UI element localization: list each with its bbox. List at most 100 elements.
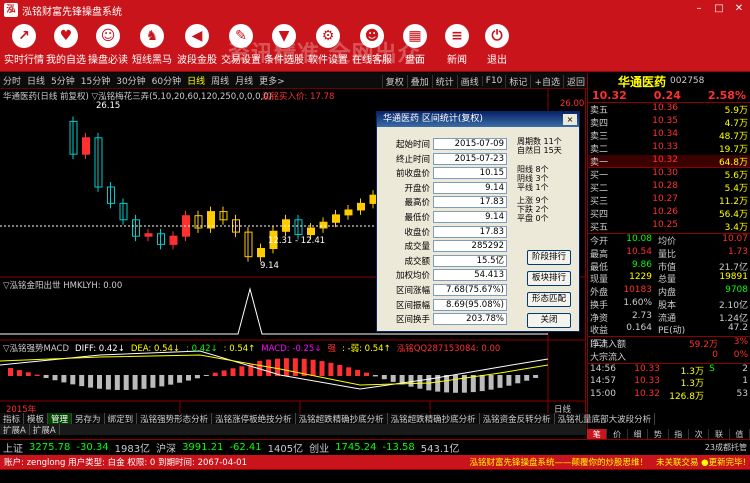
toolbar-button-6[interactable]: ▼ 条件选股 [262, 22, 306, 70]
indicator-tab[interactable]: 模板 [24, 412, 49, 425]
macd-bar [337, 364, 343, 376]
period-tab[interactable]: 30分钟 [113, 74, 148, 87]
quote-stat-row: 现量 1229 总量 19891 [588, 272, 750, 285]
toolbar-button-2[interactable]: ☺ 操盘必读 [86, 22, 130, 70]
orderbook-row: 买二 10.28 5.4万 [588, 181, 750, 194]
macd-bar [506, 375, 512, 386]
stage-rank-button[interactable]: 阶段排行 [527, 250, 571, 265]
quote-tab[interactable]: 笔 [587, 429, 608, 439]
macd-bar [497, 375, 503, 388]
stat-value: 1.60% [623, 297, 652, 308]
chart-tool-button[interactable]: 返回 [562, 74, 588, 88]
extension-tab[interactable]: 扩展A [30, 424, 60, 436]
macd-value: DIFF: 0.42↓ [75, 344, 125, 354]
orderbook-row: 买五 10.25 3.4万 [588, 220, 750, 233]
stat-field: 加权均价 54.413 [377, 268, 507, 282]
indicator-tab[interactable]: 泓铭涨停板绝技分析 [212, 412, 296, 425]
indicator-tab[interactable]: 指标 [0, 412, 25, 425]
indicator-tab[interactable]: 绑定到 [105, 412, 138, 425]
orderbook-label: 买二 [590, 184, 609, 195]
quote-tab[interactable]: 价 [607, 429, 628, 439]
macd-value: : -弱: 0.54↑ [341, 344, 391, 354]
stat-value: 9.14 [433, 181, 507, 194]
toolbar-button-0[interactable]: ↗ 实时行情 [2, 22, 46, 70]
dialog-close-button[interactable]: 关闭 [527, 313, 571, 328]
building-icon: ▦ [403, 24, 427, 48]
period-tab[interactable]: 5分钟 [48, 74, 78, 87]
trade-status: 未关联交易 ●更新完毕! [655, 458, 746, 468]
index-name[interactable]: 上证 [0, 440, 26, 455]
period-tab[interactable]: 更多> [256, 74, 288, 87]
toolbar-button-4[interactable]: ◀ 波段金股 [175, 22, 219, 70]
indicator-tab[interactable]: 管理 [48, 412, 73, 425]
stat-value: 2.10亿 [718, 300, 748, 311]
chart-tool-button[interactable]: F10 [481, 76, 506, 86]
stat-value[interactable]: 2015-07-23 [433, 152, 507, 165]
toolbar-button-11[interactable]: ⏻ 退出 [475, 22, 519, 70]
period-tab[interactable]: 60分钟 [149, 74, 184, 87]
quote-stat-row: 收益(二) 0.164 PE(动) 47.2 [588, 323, 750, 349]
pattern-match-button[interactable]: 形态匹配 [527, 292, 571, 307]
orderbook-volume: 3.4万 [724, 223, 748, 234]
chart-tool-button[interactable]: 复权 [381, 74, 407, 88]
quote-tab[interactable]: 指 [669, 429, 689, 439]
indicator-tab[interactable]: 泓铭礼量底部大波段分析 [555, 412, 656, 425]
period-tab[interactable]: 日线 [24, 74, 48, 87]
toolbar-button-8[interactable]: ☻ 在线客服 [350, 22, 394, 70]
extension-tab[interactable]: 扩展A [0, 424, 30, 436]
chart-tool-button[interactable]: 叠加 [406, 74, 432, 88]
stat-value: 9708 [725, 285, 748, 296]
stat-value[interactable]: 2015-07-09 [433, 138, 507, 150]
toolbar-button-1[interactable]: ♥ 我的自选 [44, 22, 88, 70]
quote-tab[interactable]: 势 [648, 429, 669, 439]
tick-volume: 1.3万 [680, 379, 704, 390]
index-name[interactable]: 创业 [306, 440, 332, 455]
indicator-tab[interactable]: 泓铭超跌精确抄底分析 [388, 412, 480, 425]
stat-name: 股本 [658, 300, 677, 311]
dialog-close-icon[interactable]: × [563, 114, 577, 125]
sector-rank-button[interactable]: 板块排行 [527, 271, 571, 286]
range-stats-dialog[interactable]: 华通医药 区间统计(复权) × 起始时间 2015-07-09 终止时间 2015-07… [376, 111, 580, 332]
macd-bar [408, 375, 414, 387]
quote-tab[interactable]: 次 [689, 429, 710, 439]
line-chart-icon: ↗ [12, 24, 36, 48]
quote-tab[interactable]: 值 [730, 429, 750, 439]
maximize-icon[interactable]: □ [712, 2, 726, 16]
chart-tool-button[interactable]: +自选 [530, 74, 563, 88]
toolbar-button-label: 软件设置 [308, 55, 348, 66]
toolbar-button-9[interactable]: ▦ 盘面 [393, 22, 437, 70]
period-tab[interactable]: 日线 [184, 74, 208, 87]
indicator-tab[interactable]: 泓铭超跌精确抄底分析 [296, 412, 388, 425]
period-tab[interactable]: 分时 [0, 74, 24, 87]
stat-value: 285292 [433, 240, 507, 253]
chart-tool-button[interactable]: 统计 [431, 74, 457, 88]
toolbar-button-7[interactable]: ⚙ 软件设置 [306, 22, 350, 70]
indicator-tab[interactable]: 另存为 [72, 412, 105, 425]
toolbar-button-3[interactable]: ♞ 短线黑马 [130, 22, 174, 70]
index-name[interactable]: 沪深 [153, 440, 179, 455]
period-tab[interactable]: 15分钟 [78, 74, 113, 87]
macd-bar [52, 375, 58, 381]
toolbar-button-label: 盘面 [405, 55, 425, 66]
chart-tool-button[interactable]: 标记 [505, 74, 530, 88]
macd-bar [328, 362, 334, 376]
speaker-icon: ◀ [185, 24, 209, 48]
minimize-icon[interactable]: – [692, 2, 706, 16]
macd-bar [43, 375, 49, 378]
stat-field: 区间涨幅 7.68(75.67%) [377, 283, 507, 297]
toolbar-button-label: 波段金股 [177, 55, 217, 66]
stat-field: 起始时间 2015-07-09 [377, 137, 507, 151]
flow-label: 大宗流入 [590, 353, 627, 364]
low-price-label: 9.14 [260, 261, 279, 271]
close-icon[interactable]: ✕ [732, 2, 746, 16]
indicator-tab[interactable]: 泓铭强势形态分析 [137, 412, 213, 425]
candle-body [332, 214, 340, 223]
period-tab[interactable]: 月线 [232, 74, 256, 87]
period-tab[interactable]: 周线 [208, 74, 232, 87]
chart-tool-button[interactable]: 画线 [456, 74, 482, 88]
quote-tab[interactable]: 细 [628, 429, 649, 439]
indicator-tab[interactable]: 泓铭资金反转分析 [480, 412, 555, 425]
toolbar-button-10[interactable]: ≡ 新闻 [435, 22, 479, 70]
quote-tab[interactable]: 联 [709, 429, 730, 439]
toolbar-button-5[interactable]: ✎ 交易设置 [219, 22, 263, 70]
